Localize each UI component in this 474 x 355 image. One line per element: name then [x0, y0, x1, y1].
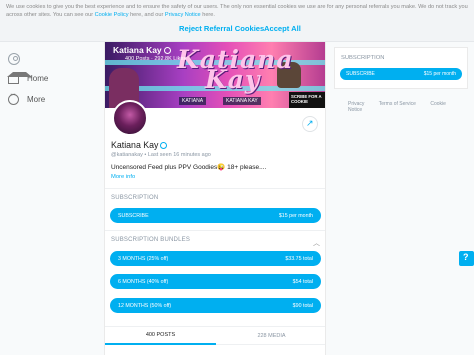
- bundle-label: 3 MONTHS (25% off): [118, 255, 169, 262]
- divider: [105, 188, 325, 189]
- cookie-text-part-2: here, and our: [128, 11, 165, 18]
- accept-all-cookies-button[interactable]: Accept All: [264, 24, 301, 33]
- profile-main-column: Katiana Kay Katiana Kay 400 Posts · 292.…: [104, 42, 326, 355]
- privacy-notice-link[interactable]: Privacy Notice: [165, 12, 201, 18]
- cover-subscribe-card: SCRIBE FOR A COOKIE: [289, 92, 325, 108]
- profile-avatar[interactable]: [112, 100, 148, 136]
- nav-item-more[interactable]: More: [8, 91, 46, 106]
- cookie-banner: We use cookies to give you the best expe…: [0, 0, 474, 42]
- last-seen: Last seen 16 minutes ago: [147, 152, 211, 158]
- more-info-link[interactable]: More info: [111, 174, 135, 180]
- user-avatar-icon[interactable]: [8, 53, 20, 65]
- home-icon: [7, 71, 32, 84]
- bundle-6-months-button[interactable]: 6 MONTHS (40% off) $54 total: [110, 274, 321, 289]
- more-icon: [8, 91, 19, 105]
- sidebar-subscribe-button[interactable]: SUBSCRIBE $15 per month: [340, 68, 462, 80]
- subscription-title: SUBSCRIPTION: [111, 195, 159, 201]
- help-icon[interactable]: [459, 251, 474, 266]
- bundle-label: 12 MONTHS (50% off): [118, 302, 172, 309]
- terms-link[interactable]: Terms of Service: [379, 101, 416, 107]
- bundle-3-months-button[interactable]: 3 MONTHS (25% off) $33.75 total: [110, 251, 321, 266]
- verified-icon: [160, 142, 168, 149]
- reject-referral-cookies-button[interactable]: Reject Referral Cookies: [179, 24, 264, 33]
- footer-links: Privacy Terms of Service Cookie Notice: [348, 101, 474, 113]
- sidebar-subscription-title: SUBSCRIPTION: [341, 55, 385, 61]
- cookie-text-part-1: We use cookies to give you the best expe…: [6, 4, 468, 18]
- bundle-price: $54 total: [292, 278, 313, 285]
- profile-bio: Uncensored Feed plus PPV Goodies😜 18+ pl…: [111, 164, 267, 171]
- profile-meta: @katianakay • Last seen 16 minutes ago: [111, 152, 211, 158]
- chevron-up-icon[interactable]: ︿: [313, 238, 320, 248]
- tab-media[interactable]: 228 MEDIA: [216, 327, 325, 345]
- share-icon[interactable]: [302, 116, 318, 132]
- sidebar-subscription-card: SUBSCRIPTION SUBSCRIBE $15 per month: [334, 47, 468, 89]
- sidebar-subscribe-price: $15 per month: [423, 71, 456, 77]
- cover-stats: 400 Posts · 292.8K Likes: [125, 56, 187, 62]
- nav-more-label: More: [27, 94, 46, 104]
- sidebar-subscribe-label: SUBSCRIBE: [346, 71, 375, 77]
- profile-name-text: Katiana Kay: [111, 140, 159, 150]
- content-tabs: 400 POSTS 228 MEDIA: [105, 326, 325, 345]
- cover-name-text: Katiana Kay: [113, 45, 162, 55]
- cover-title-text-2: Kay: [205, 65, 261, 94]
- subscribe-button[interactable]: SUBSCRIBE $15 per month: [110, 208, 321, 223]
- cookie-policy-link[interactable]: Cookie Policy: [95, 12, 129, 18]
- cookie-text-part-3: here.: [200, 11, 215, 18]
- divider: [105, 230, 325, 231]
- cover-creator-name: Katiana Kay: [113, 45, 171, 55]
- bundle-price: $33.75 total: [285, 255, 313, 262]
- bundle-price: $90 total: [292, 302, 313, 309]
- left-navigation: Home More: [0, 42, 100, 355]
- cover-tag: KATIANA: [179, 97, 207, 105]
- bundle-12-months-button[interactable]: 12 MONTHS (50% off) $90 total: [110, 298, 321, 313]
- cookie-notice-text: We use cookies to give you the best expe…: [6, 4, 470, 19]
- subscribe-label: SUBSCRIBE: [118, 212, 149, 219]
- tab-posts[interactable]: 400 POSTS: [105, 327, 216, 345]
- nav-item-home[interactable]: Home: [7, 71, 48, 85]
- verified-icon: [163, 47, 171, 54]
- subscribe-price: $15 per month: [278, 212, 313, 219]
- profile-handle: @katianakay: [111, 152, 143, 158]
- cover-image: Katiana Kay Katiana Kay 400 Posts · 292.…: [105, 42, 325, 108]
- subscription-bundles-title: SUBSCRIPTION BUNDLES: [111, 237, 191, 243]
- bundle-label: 6 MONTHS (40% off): [118, 278, 169, 285]
- cover-tag: KATIANA KAY: [223, 97, 261, 105]
- profile-name: Katiana Kay: [111, 140, 168, 150]
